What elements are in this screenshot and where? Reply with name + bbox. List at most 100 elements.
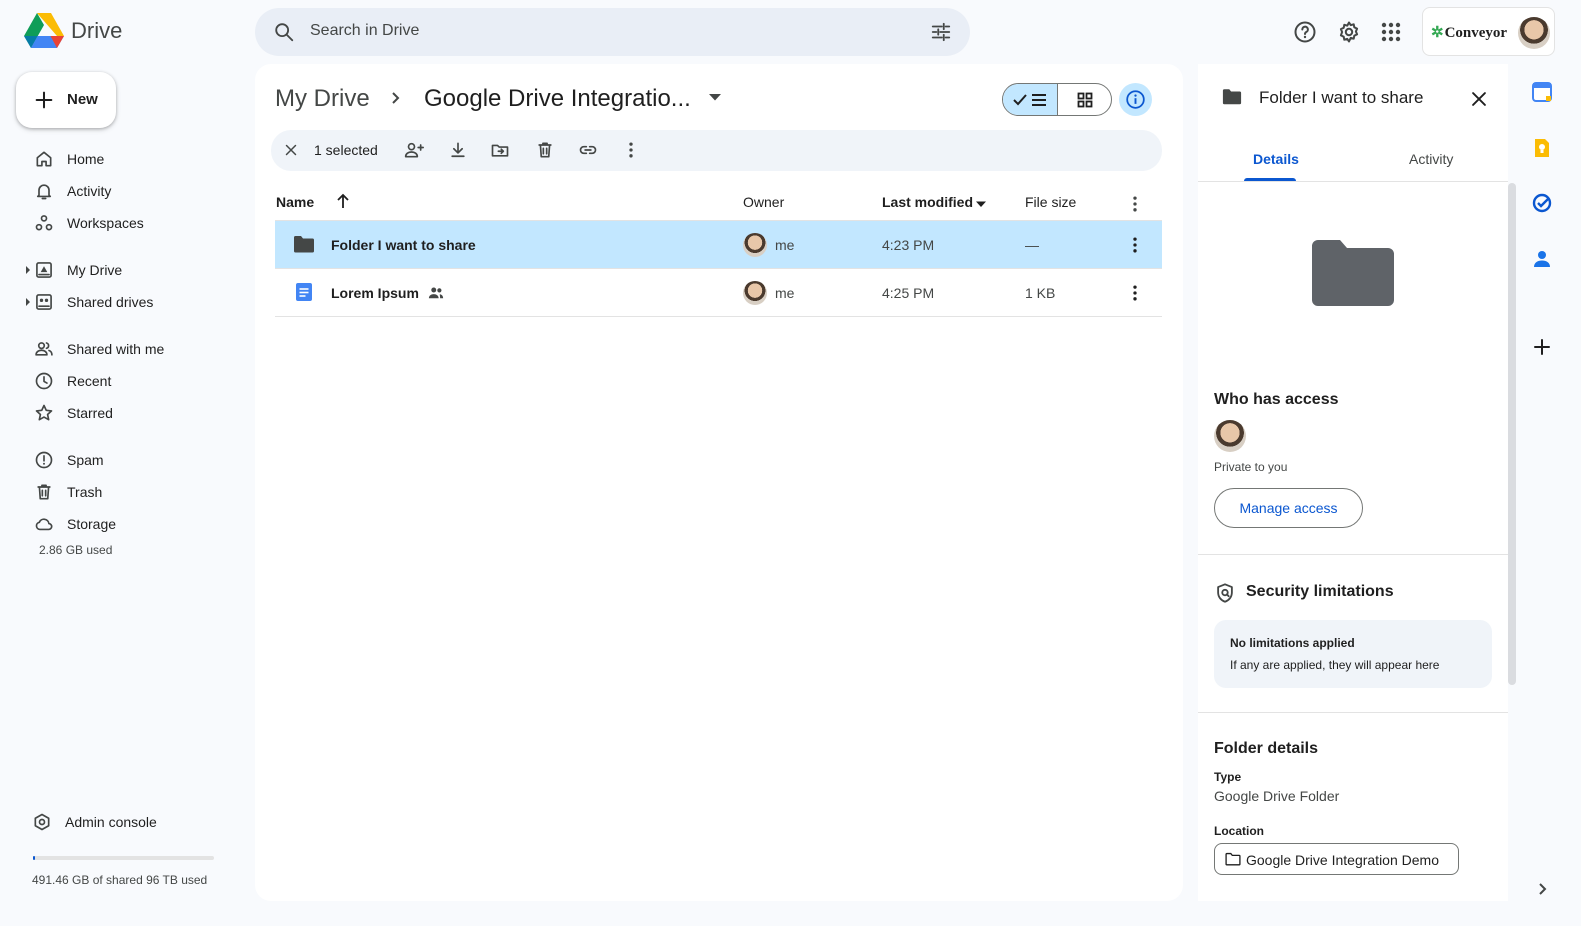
nav-label: Activity xyxy=(67,183,112,199)
nav-starred[interactable]: Starred xyxy=(26,397,246,429)
nav-label: Recent xyxy=(67,373,112,389)
details-scrollbar[interactable] xyxy=(1508,183,1516,685)
folder-outline-icon xyxy=(1225,852,1241,866)
access-status: Private to you xyxy=(1214,460,1288,474)
app-name[interactable]: Drive xyxy=(71,18,122,44)
nav-shared-with-me[interactable]: Shared with me xyxy=(26,333,246,365)
home-icon xyxy=(34,149,54,169)
search-icon[interactable] xyxy=(273,21,295,43)
drive-logo[interactable] xyxy=(24,13,64,49)
admin-console-link[interactable]: Admin console xyxy=(22,806,242,838)
nav-label: Trash xyxy=(67,484,103,500)
file-size: — xyxy=(1025,237,1039,253)
tasks-icon[interactable] xyxy=(1532,193,1552,213)
nav-spam[interactable]: Spam xyxy=(26,444,246,476)
nav-storage[interactable]: Storage xyxy=(26,508,246,540)
security-limitations-box: No limitations applied If any are applie… xyxy=(1214,620,1492,688)
my-drive-icon xyxy=(34,260,54,280)
expand-caret-icon[interactable] xyxy=(26,298,30,306)
search-input[interactable]: Search in Drive xyxy=(310,22,419,40)
column-header-owner[interactable]: Owner xyxy=(743,194,784,210)
nav-label: Workspaces xyxy=(67,215,144,231)
location-value: Google Drive Integration Demo xyxy=(1246,852,1439,868)
search-options-icon[interactable] xyxy=(930,21,952,43)
google-doc-icon xyxy=(295,282,313,302)
grid-view-button[interactable] xyxy=(1058,84,1111,115)
location-chip[interactable]: Google Drive Integration Demo xyxy=(1214,843,1459,875)
help-icon[interactable] xyxy=(1293,20,1317,44)
cloud-icon xyxy=(34,514,54,534)
trash-icon[interactable] xyxy=(535,140,555,160)
breadcrumb-current-folder[interactable]: Google Drive Integratio... xyxy=(424,85,691,113)
tab-details[interactable]: Details xyxy=(1253,151,1299,167)
nav-activity[interactable]: Activity xyxy=(26,175,246,207)
security-note: If any are applied, they will appear her… xyxy=(1230,658,1440,672)
nav-home[interactable]: Home xyxy=(26,143,246,175)
storage-quota-text[interactable]: 491.46 GB of shared 96 TB used xyxy=(32,873,207,887)
org-logo: ✲Conveyor xyxy=(1431,25,1508,41)
file-name[interactable]: Folder I want to share xyxy=(331,237,476,253)
storage-quota-bar xyxy=(33,856,214,860)
list-view-button[interactable] xyxy=(1003,84,1058,115)
column-header-last-modified[interactable]: Last modified xyxy=(882,194,973,210)
row-more-icon[interactable] xyxy=(1127,235,1143,255)
access-avatar[interactable] xyxy=(1214,420,1246,452)
share-icon[interactable] xyxy=(403,140,425,160)
folder-preview-icon xyxy=(1312,240,1394,306)
admin-shield-icon xyxy=(32,812,52,832)
nav-recent[interactable]: Recent xyxy=(26,365,246,397)
nav-label: Spam xyxy=(67,452,104,468)
view-toggle xyxy=(1002,83,1112,116)
tab-activity[interactable]: Activity xyxy=(1409,151,1453,167)
account-avatar[interactable] xyxy=(1518,17,1550,49)
close-icon[interactable] xyxy=(1468,88,1490,110)
bell-icon xyxy=(34,181,54,201)
shared-people-icon xyxy=(427,284,445,302)
manage-access-button[interactable]: Manage access xyxy=(1214,488,1363,528)
caret-down-icon[interactable] xyxy=(708,92,722,102)
account-switcher[interactable]: ✲Conveyor xyxy=(1422,7,1555,56)
file-name[interactable]: Lorem Ipsum xyxy=(331,285,419,301)
nav-my-drive[interactable]: My Drive xyxy=(26,254,246,286)
new-button-label: New xyxy=(67,91,98,108)
nav-trash[interactable]: Trash xyxy=(26,476,246,508)
sort-ascending-icon[interactable] xyxy=(335,192,351,210)
security-headline: No limitations applied xyxy=(1230,636,1355,650)
chevron-right-icon[interactable] xyxy=(1537,882,1549,896)
copy-link-icon[interactable] xyxy=(578,140,598,160)
nav-label: Storage xyxy=(67,516,117,532)
settings-gear-icon[interactable] xyxy=(1337,20,1361,44)
calendar-icon[interactable] xyxy=(1532,82,1552,102)
google-apps-icon[interactable] xyxy=(1379,20,1403,44)
details-info-button[interactable] xyxy=(1119,83,1152,116)
nav-label: Starred xyxy=(67,405,113,421)
column-header-name[interactable]: Name xyxy=(276,194,314,210)
nav-label: Shared drives xyxy=(67,294,154,310)
people-icon xyxy=(34,339,54,359)
search-bar[interactable]: Search in Drive xyxy=(255,8,970,56)
new-button[interactable]: New xyxy=(16,72,116,128)
nav-workspaces[interactable]: Workspaces xyxy=(26,207,246,239)
clear-selection-icon[interactable] xyxy=(282,141,300,159)
row-more-icon[interactable] xyxy=(1127,283,1143,303)
security-shield-icon xyxy=(1214,582,1236,604)
breadcrumb-my-drive[interactable]: My Drive xyxy=(275,85,370,113)
nav-shared-drives[interactable]: Shared drives xyxy=(26,286,246,318)
add-addon-icon[interactable] xyxy=(1532,337,1552,357)
selection-toolbar: 1 selected xyxy=(271,130,1162,171)
caret-down-icon[interactable] xyxy=(975,200,987,208)
divider xyxy=(1198,554,1508,555)
download-icon[interactable] xyxy=(448,140,468,160)
file-size: 1 KB xyxy=(1025,285,1056,301)
storage-quota-fill xyxy=(33,856,35,860)
column-options-icon[interactable] xyxy=(1127,194,1143,214)
move-to-folder-icon[interactable] xyxy=(490,140,510,160)
table-row[interactable]: Folder I want to share me 4:23 PM — xyxy=(275,221,1162,269)
more-actions-icon[interactable] xyxy=(621,140,641,160)
contacts-icon[interactable] xyxy=(1532,249,1552,269)
expand-caret-icon[interactable] xyxy=(26,266,30,274)
column-header-file-size[interactable]: File size xyxy=(1025,194,1076,210)
table-row[interactable]: Lorem Ipsum me 4:25 PM 1 KB xyxy=(275,269,1162,317)
keep-icon[interactable] xyxy=(1532,138,1552,158)
workspaces-icon xyxy=(34,213,54,233)
